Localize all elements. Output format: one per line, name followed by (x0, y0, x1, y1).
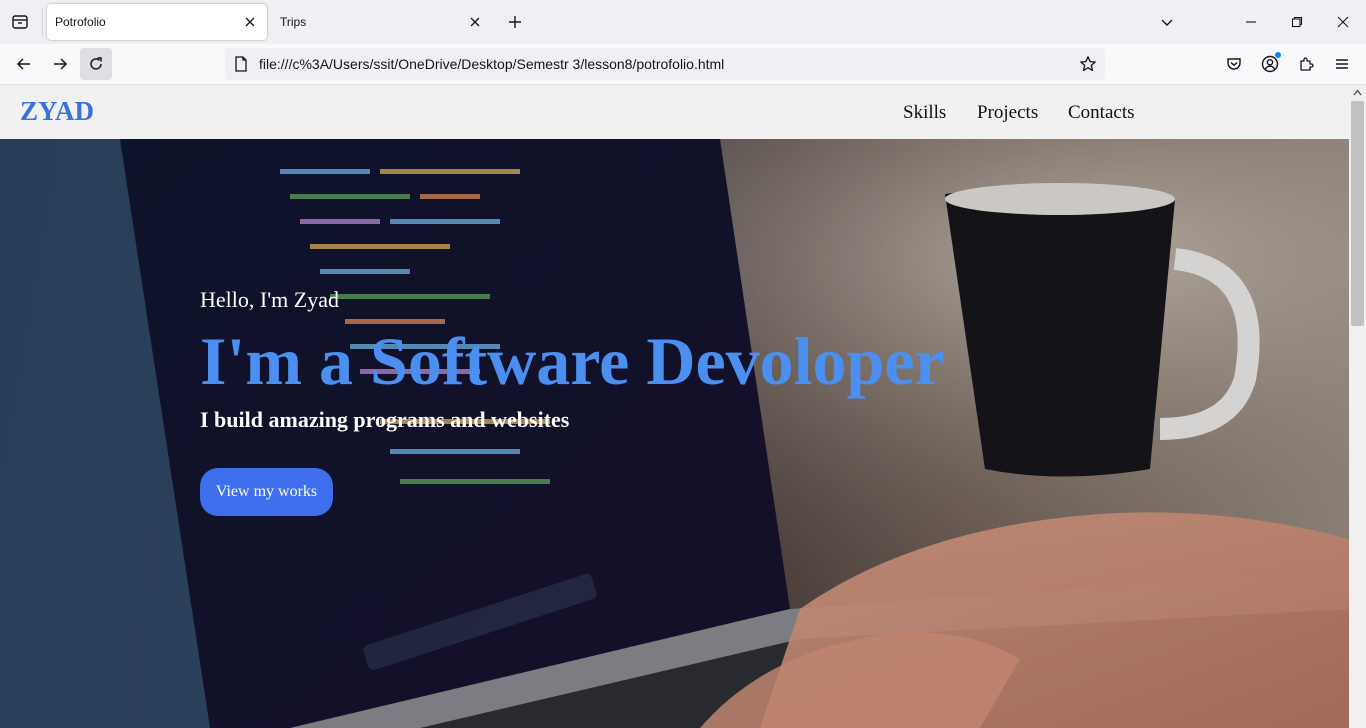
url-text[interactable]: file:///c%3A/Users/ssit/OneDrive/Desktop… (259, 56, 724, 72)
nav-toolbar: file:///c%3A/Users/ssit/OneDrive/Desktop… (0, 44, 1366, 85)
close-icon[interactable] (466, 13, 484, 31)
site-logo[interactable]: ZYAD (20, 96, 94, 127)
hero-background-image (0, 139, 1349, 728)
menu-icon[interactable] (1326, 48, 1358, 80)
view-my-works-button[interactable]: View my works (200, 468, 333, 516)
tab-title: Potrofolio (55, 15, 106, 29)
tab-separator (42, 8, 43, 36)
chevron-down-icon[interactable] (1155, 10, 1179, 34)
page-icon (233, 56, 249, 72)
nav-link-contacts[interactable]: Contacts (1068, 102, 1135, 124)
minimize-icon[interactable] (1228, 0, 1274, 44)
restore-icon[interactable] (1274, 0, 1320, 44)
plus-icon[interactable] (503, 10, 527, 34)
extensions-icon[interactable] (1290, 48, 1322, 80)
tab-potrofolio[interactable]: Potrofolio (47, 4, 267, 40)
tab-title: Trips (280, 15, 307, 29)
page-scrollbar[interactable] (1349, 85, 1366, 728)
window-close-icon[interactable] (1320, 0, 1366, 44)
notification-dot (1275, 52, 1281, 58)
pocket-icon[interactable] (1218, 48, 1250, 80)
account-icon[interactable] (1254, 48, 1286, 80)
close-icon[interactable] (241, 13, 259, 31)
back-arrow-icon[interactable] (8, 48, 40, 80)
tab-strip: Potrofolio Trips (0, 0, 1366, 44)
url-bar[interactable]: file:///c%3A/Users/ssit/OneDrive/Desktop… (225, 48, 1105, 80)
tab-list-icon[interactable] (8, 10, 32, 34)
tab-trips[interactable]: Trips (272, 4, 492, 40)
forward-arrow-icon[interactable] (44, 48, 76, 80)
hero-greeting: Hello, I'm Zyad (200, 287, 339, 312)
star-icon[interactable] (1077, 53, 1099, 75)
hero-headline: I'm a Software Devoloper (200, 323, 945, 399)
hero-section: Hello, I'm Zyad I'm a Software Devoloper… (0, 139, 1349, 728)
site-header: ZYAD Skills Projects Contacts (0, 85, 1349, 139)
reload-icon[interactable] (80, 48, 112, 80)
scrollbar-thumb[interactable] (1351, 101, 1364, 326)
nav-link-projects[interactable]: Projects (977, 102, 1038, 124)
page-viewport: ZYAD Skills Projects Contacts Hello, I'm… (0, 85, 1349, 728)
hero-subline: I build amazing programs and websites (200, 407, 570, 432)
scroll-up-arrow-icon[interactable] (1352, 87, 1363, 98)
nav-link-skills[interactable]: Skills (903, 102, 946, 124)
